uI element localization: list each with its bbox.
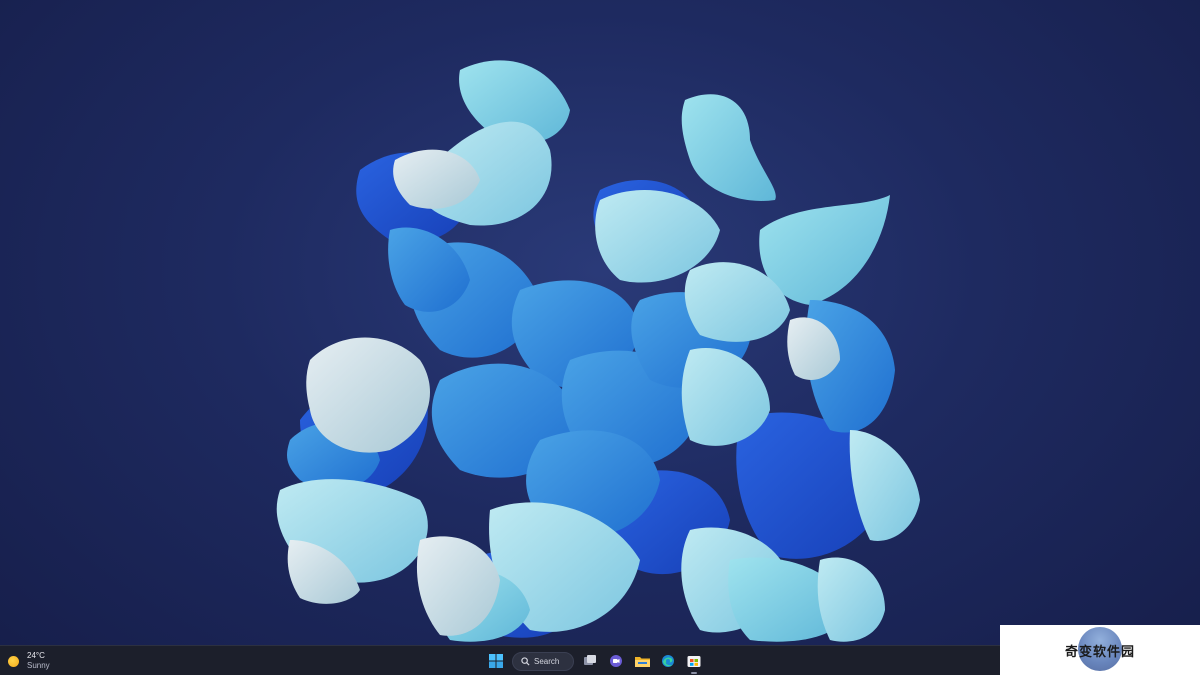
windows-logo-icon bbox=[489, 654, 503, 668]
task-view-button[interactable] bbox=[580, 651, 600, 671]
weather-widget[interactable]: 24°C Sunny bbox=[8, 650, 50, 672]
weather-condition: Sunny bbox=[27, 661, 50, 670]
taskbar-center-icons: Search bbox=[486, 650, 704, 674]
watermark-text: 奇变软件园 bbox=[1064, 644, 1135, 660]
weather-text: 24°C Sunny bbox=[27, 651, 50, 671]
search-label: Search bbox=[534, 656, 560, 666]
bloom-wallpaper bbox=[276, 60, 920, 642]
sun-icon bbox=[8, 655, 19, 667]
file-explorer-button[interactable] bbox=[632, 651, 652, 671]
desktop: 24°C Sunny Search 奇变软件园 bbox=[0, 0, 1200, 675]
search-box[interactable]: Search bbox=[512, 651, 574, 671]
task-view-icon bbox=[584, 655, 596, 665]
search-icon bbox=[521, 656, 530, 666]
edge-icon bbox=[662, 655, 674, 667]
store-button[interactable] bbox=[684, 651, 704, 674]
weather-temperature: 24°C bbox=[27, 651, 45, 660]
chat-icon bbox=[610, 655, 622, 667]
store-running-indicator bbox=[691, 672, 697, 674]
folder-icon bbox=[634, 656, 650, 667]
watermark: 奇变软件园 bbox=[1000, 625, 1200, 675]
store-icon bbox=[687, 656, 701, 667]
start-button[interactable] bbox=[486, 651, 506, 671]
chat-button[interactable] bbox=[606, 651, 626, 671]
edge-button[interactable] bbox=[658, 651, 678, 671]
